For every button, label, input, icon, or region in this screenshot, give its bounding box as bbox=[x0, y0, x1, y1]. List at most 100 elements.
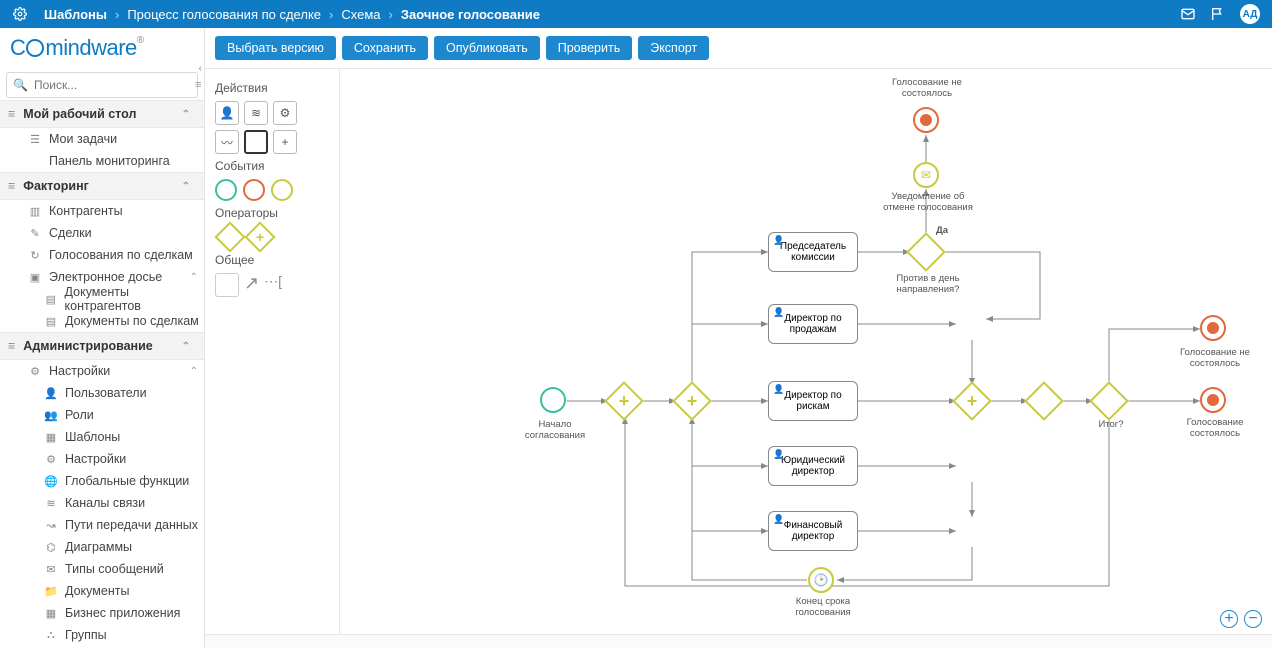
palette-service-task[interactable]: ⚙ bbox=[273, 101, 297, 125]
users-icon: 👥 bbox=[44, 409, 58, 422]
palette-events-label: События bbox=[215, 159, 329, 173]
palette-text-annotation[interactable]: ⋯[ bbox=[264, 273, 282, 297]
sliders-icon: ⚙ bbox=[44, 453, 58, 466]
user-icon: 👤 bbox=[773, 384, 784, 395]
avatar[interactable]: АД bbox=[1240, 4, 1260, 24]
nav-item-groups[interactable]: ⛬Группы bbox=[0, 624, 204, 646]
search-box[interactable]: 🔍 ≡ bbox=[6, 72, 198, 98]
nav-section-factoring[interactable]: ≡Факторинг⌃ bbox=[0, 172, 204, 200]
palette-user-task[interactable]: 👤 bbox=[215, 101, 239, 125]
nav-item-users[interactable]: 👤 Пользователи bbox=[0, 382, 204, 404]
diagram-canvas[interactable]: Начало согласования 👤Председатель комисс… bbox=[340, 69, 1272, 634]
nav-item-config[interactable]: ⚙ Настройки bbox=[0, 448, 204, 470]
task-chairman[interactable]: 👤Председатель комиссии bbox=[768, 232, 858, 272]
chevron-right-icon: › bbox=[115, 7, 119, 22]
nav-item-label: Голосования по сделкам bbox=[49, 248, 193, 262]
nav-item-votes[interactable]: ↻ Голосования по сделкам bbox=[0, 244, 204, 266]
end-event-ok[interactable] bbox=[1200, 387, 1226, 413]
gateway-against[interactable] bbox=[906, 232, 946, 272]
nav-section-admin[interactable]: ≡Администрирование⌃ bbox=[0, 332, 204, 360]
palette-add[interactable]: + bbox=[273, 130, 297, 154]
breadcrumb-current[interactable]: Заочное голосование bbox=[401, 7, 540, 22]
search-input[interactable] bbox=[34, 78, 189, 92]
message-event-label: Уведомление об отмене голосования bbox=[878, 191, 978, 214]
palette-task-selected[interactable] bbox=[244, 130, 268, 154]
nav-item-dashboard[interactable]: Панель мониторинга bbox=[0, 150, 204, 172]
gear-icon[interactable] bbox=[12, 6, 28, 22]
nav-item-label: Настройки bbox=[65, 452, 126, 466]
nav-item-label: Пользователи bbox=[65, 386, 147, 400]
nav-item-globalfn[interactable]: 🌐Глобальные функции bbox=[0, 470, 204, 492]
gateway-parallel-join[interactable] bbox=[952, 381, 992, 421]
timer-event[interactable]: 🕑 bbox=[808, 567, 834, 593]
select-version-button[interactable]: Выбрать версию bbox=[215, 36, 336, 60]
flag-icon[interactable] bbox=[1210, 6, 1226, 22]
breadcrumb-scheme[interactable]: Схема bbox=[341, 7, 380, 22]
palette-start-event[interactable] bbox=[215, 179, 237, 201]
check-button[interactable]: Проверить bbox=[546, 36, 633, 60]
breadcrumb-templates[interactable]: Шаблоны bbox=[44, 7, 107, 22]
nav-item-settings[interactable]: ⚙Настройки⌃ bbox=[0, 360, 204, 382]
palette-gateway-parallel[interactable] bbox=[244, 221, 275, 252]
nav-item-deals[interactable]: ✎Сделки bbox=[0, 222, 204, 244]
palette-intermediate-event[interactable] bbox=[271, 179, 293, 201]
gateway-parallel-split[interactable] bbox=[604, 381, 644, 421]
filter-icon[interactable]: ≡ bbox=[195, 79, 201, 91]
palette-script-task[interactable]: ≋ bbox=[244, 101, 268, 125]
user-icon: 👤 bbox=[773, 514, 784, 525]
task-finance-director[interactable]: 👤Финансовый директор bbox=[768, 511, 858, 551]
nav-item-msgtypes[interactable]: ✉Типы сообщений bbox=[0, 558, 204, 580]
task-sales-director[interactable]: 👤Директор по продажам bbox=[768, 304, 858, 344]
task-risk-director[interactable]: 👤Директор по рискам bbox=[768, 381, 858, 421]
nav-item-diagrams[interactable]: ⌬ Диаграммы bbox=[0, 536, 204, 558]
zoom-in-button[interactable]: + bbox=[1220, 610, 1238, 628]
save-button[interactable]: Сохранить bbox=[342, 36, 428, 60]
nav-item-bizapps[interactable]: ▦Бизнес приложения bbox=[0, 602, 204, 624]
palette-connector[interactable]: ↗ bbox=[244, 273, 259, 297]
start-event[interactable] bbox=[540, 387, 566, 413]
breadcrumb-process[interactable]: Процесс голосования по сделке bbox=[127, 7, 321, 22]
diagram-icon: ⌬ bbox=[44, 541, 58, 554]
bottom-scrollbar[interactable] bbox=[205, 634, 1272, 648]
nav-item-counterparties[interactable]: ▥ Контрагенты bbox=[0, 200, 204, 222]
nav-section-desktop[interactable]: ≡Мой рабочий стол⌃ bbox=[0, 100, 204, 128]
palette-gateway-xor[interactable] bbox=[214, 221, 245, 252]
nav-item-documents[interactable]: 📁Документы bbox=[0, 580, 204, 602]
collapse-sidebar-icon[interactable]: ‹ bbox=[199, 63, 202, 74]
gateway-parallel-split2[interactable] bbox=[672, 381, 712, 421]
gear-icon: ⚙ bbox=[28, 365, 42, 378]
mail-icon[interactable] bbox=[1180, 6, 1196, 22]
nav-item-label: Контрагенты bbox=[49, 204, 123, 218]
user-icon: 👤 bbox=[773, 307, 784, 318]
nav-item-docs-counter[interactable]: ▤Документы контрагентов bbox=[0, 288, 204, 310]
end-event-fail[interactable] bbox=[1200, 315, 1226, 341]
nav-item-roles[interactable]: 👥Роли bbox=[0, 404, 204, 426]
zoom-out-button[interactable]: − bbox=[1244, 610, 1262, 628]
nav-item-mytasks[interactable]: ☰Мои задачи bbox=[0, 128, 204, 150]
nav-item-docs-deals[interactable]: ▤Документы по сделкам bbox=[0, 310, 204, 332]
publish-button[interactable]: Опубликовать bbox=[434, 36, 540, 60]
end-event-fail-top[interactable] bbox=[913, 107, 939, 133]
nav-item-label: Пути передачи данных bbox=[65, 518, 198, 532]
user-icon: 👤 bbox=[44, 387, 58, 400]
export-button[interactable]: Экспорт bbox=[638, 36, 709, 60]
palette-end-event[interactable] bbox=[243, 179, 265, 201]
msg-icon: ✉ bbox=[44, 563, 58, 576]
gateway-inclusive[interactable] bbox=[1024, 381, 1064, 421]
nav-item-channels[interactable]: ≋Каналы связи bbox=[0, 492, 204, 514]
nav-item-routes[interactable]: ↝Пути передачи данных bbox=[0, 514, 204, 536]
message-event[interactable]: ✉ bbox=[913, 162, 939, 188]
gateway-result[interactable] bbox=[1089, 381, 1129, 421]
nav-item-templates[interactable]: ▦Шаблоны bbox=[0, 426, 204, 448]
palette-subprocess[interactable]: 〰 bbox=[215, 130, 239, 154]
nav-item-label: Диаграммы bbox=[65, 540, 132, 554]
logo[interactable]: Cmindware® ‹ bbox=[0, 28, 204, 68]
task-legal-director[interactable]: 👤Юридический директор bbox=[768, 446, 858, 486]
nav-item-label: Документы контрагентов bbox=[65, 285, 204, 313]
top-bar: Шаблоны › Процесс голосования по сделке … bbox=[0, 0, 1272, 28]
refresh-icon: ↻ bbox=[28, 249, 42, 262]
nav-section-label: Мой рабочий стол bbox=[23, 107, 136, 121]
palette-annotation[interactable] bbox=[215, 273, 239, 297]
building-icon: ▥ bbox=[28, 205, 42, 218]
end-fail-top-label: Голосование не состоялось bbox=[886, 77, 968, 100]
